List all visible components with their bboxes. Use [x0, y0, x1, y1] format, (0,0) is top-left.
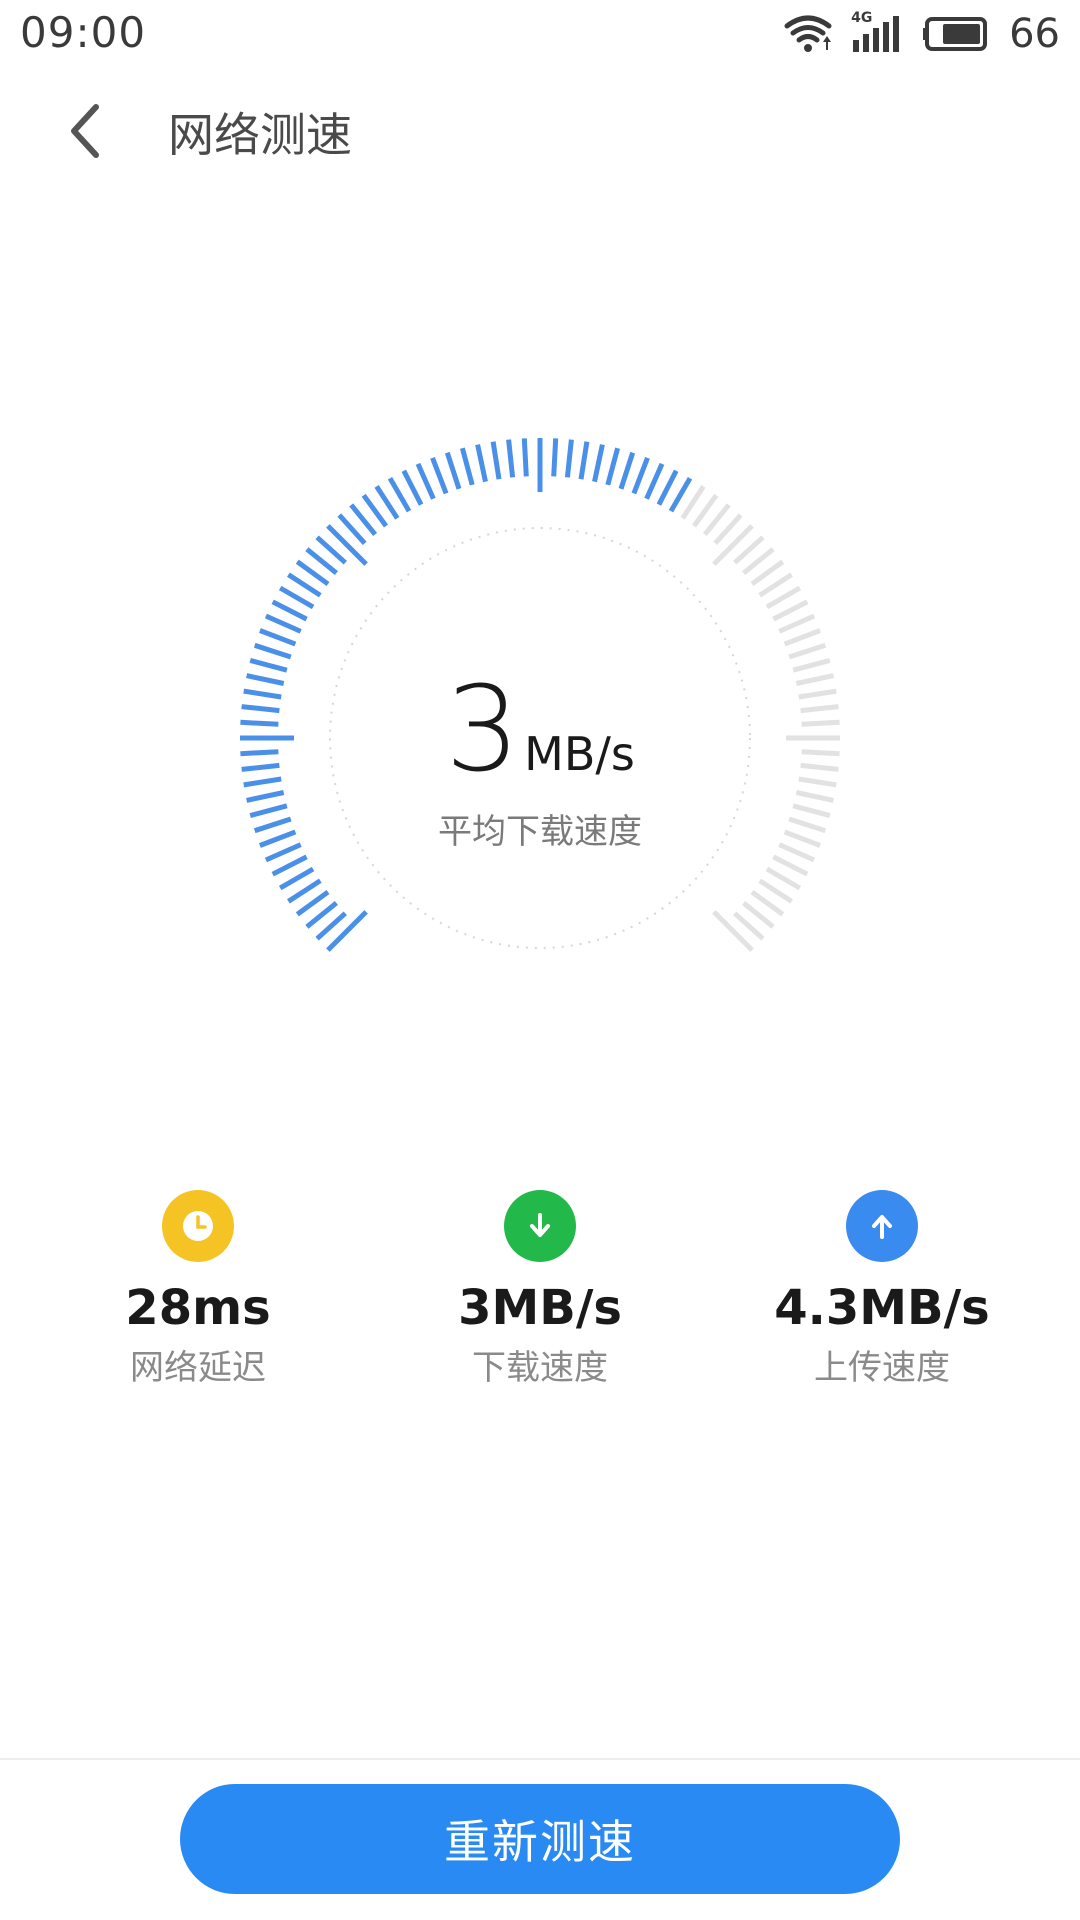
gauge-tick: [778, 613, 816, 634]
upload-arrow-icon: [872, 1215, 892, 1239]
gauge-tick: [249, 657, 288, 673]
gauge-tick: [656, 469, 679, 506]
gauge-tick: [459, 447, 475, 486]
gauge-tick: [668, 476, 693, 513]
gauge-readout: 3 MB/s 平均下载速度: [0, 670, 1080, 853]
gauge-tick: [765, 866, 802, 891]
download-value: 3MB/s: [458, 1280, 622, 1336]
gauge-tick: [278, 866, 315, 891]
page-title: 网络测速: [168, 108, 352, 162]
stat-latency: 28ms 网络延迟: [48, 1190, 348, 1389]
gauge-tick: [765, 585, 802, 610]
gauge-tick: [490, 441, 502, 480]
gauge-tick: [415, 462, 436, 500]
gauge-tick: [259, 628, 297, 647]
gauge-tick: [326, 524, 368, 566]
gauge-tick: [783, 628, 821, 647]
status-icons: 4G 66: [783, 10, 1060, 58]
gauge-tick: [271, 599, 308, 622]
battery-level: 66: [1009, 11, 1060, 57]
stat-download-badge: [504, 1190, 576, 1262]
gauge-tick: [792, 657, 831, 673]
gauge-tick: [264, 613, 302, 634]
stats-row: 28ms 网络延迟 3MB/s 下载速度 4.3MB/s 上传速度: [0, 1190, 1080, 1420]
app-bar: 网络测速: [0, 75, 1080, 190]
gauge-tick: [444, 451, 462, 490]
gauge-tick: [712, 524, 754, 566]
bottom-divider: [0, 1758, 1080, 1760]
gauge-tick: [475, 444, 488, 483]
gauge-tick: [712, 910, 754, 952]
speed-test-screen: 09:00 4G 66 网络测速 3 MB/s 平均下载速度 28ms 网络延迟…: [0, 0, 1080, 1920]
gauge-tick: [772, 854, 809, 877]
status-bar: 09:00 4G 66: [0, 0, 1080, 68]
chevron-left-icon: [71, 104, 99, 158]
gauge-tick: [772, 599, 809, 622]
upload-label: 上传速度: [814, 1348, 950, 1388]
stat-upload: 4.3MB/s 上传速度: [732, 1190, 1032, 1389]
speed-readout: 3 MB/s: [445, 670, 635, 788]
status-time: 09:00: [20, 8, 147, 57]
download-arrow-icon: [530, 1213, 550, 1237]
gauge-tick: [430, 457, 449, 495]
upload-value: 4.3MB/s: [774, 1280, 990, 1336]
gauge-tick: [551, 438, 559, 477]
wifi-icon: [784, 15, 832, 52]
latency-label: 网络延迟: [130, 1348, 266, 1388]
download-label: 下载速度: [472, 1348, 608, 1388]
stat-upload-badge: [846, 1190, 918, 1262]
gauge-tick: [644, 462, 665, 500]
retest-button[interactable]: 重新测速: [180, 1784, 900, 1894]
average-download-label: 平均下载速度: [438, 812, 642, 852]
gauge-tick: [278, 585, 315, 610]
speed-unit: MB/s: [524, 727, 635, 781]
gauge-tick: [618, 451, 636, 490]
clock-icon: [183, 1211, 213, 1241]
stat-latency-badge: [162, 1190, 234, 1262]
gauge-tick: [326, 910, 368, 952]
gauge-tick: [578, 441, 590, 480]
latency-value: 28ms: [125, 1280, 271, 1336]
gauge-tick: [564, 439, 574, 478]
gauge-tick: [521, 438, 529, 477]
gauge-tick: [592, 444, 605, 483]
speed-gauge: 3 MB/s 平均下载速度: [0, 420, 1080, 1000]
gauge-tick: [506, 439, 516, 478]
cellular-signal-icon: 4G: [851, 10, 905, 54]
gauge-tick: [605, 447, 621, 486]
gauge-tick: [788, 642, 827, 660]
gauge-tick: [631, 457, 650, 495]
back-button[interactable]: [48, 95, 120, 167]
gauge-tick: [387, 476, 412, 513]
gauge-tick: [401, 469, 424, 506]
battery-icon: [923, 17, 988, 51]
gauge-tick: [271, 854, 308, 877]
stat-download: 3MB/s 下载速度: [390, 1190, 690, 1389]
speed-value: 3: [445, 660, 521, 798]
gauge-tick: [253, 642, 292, 660]
